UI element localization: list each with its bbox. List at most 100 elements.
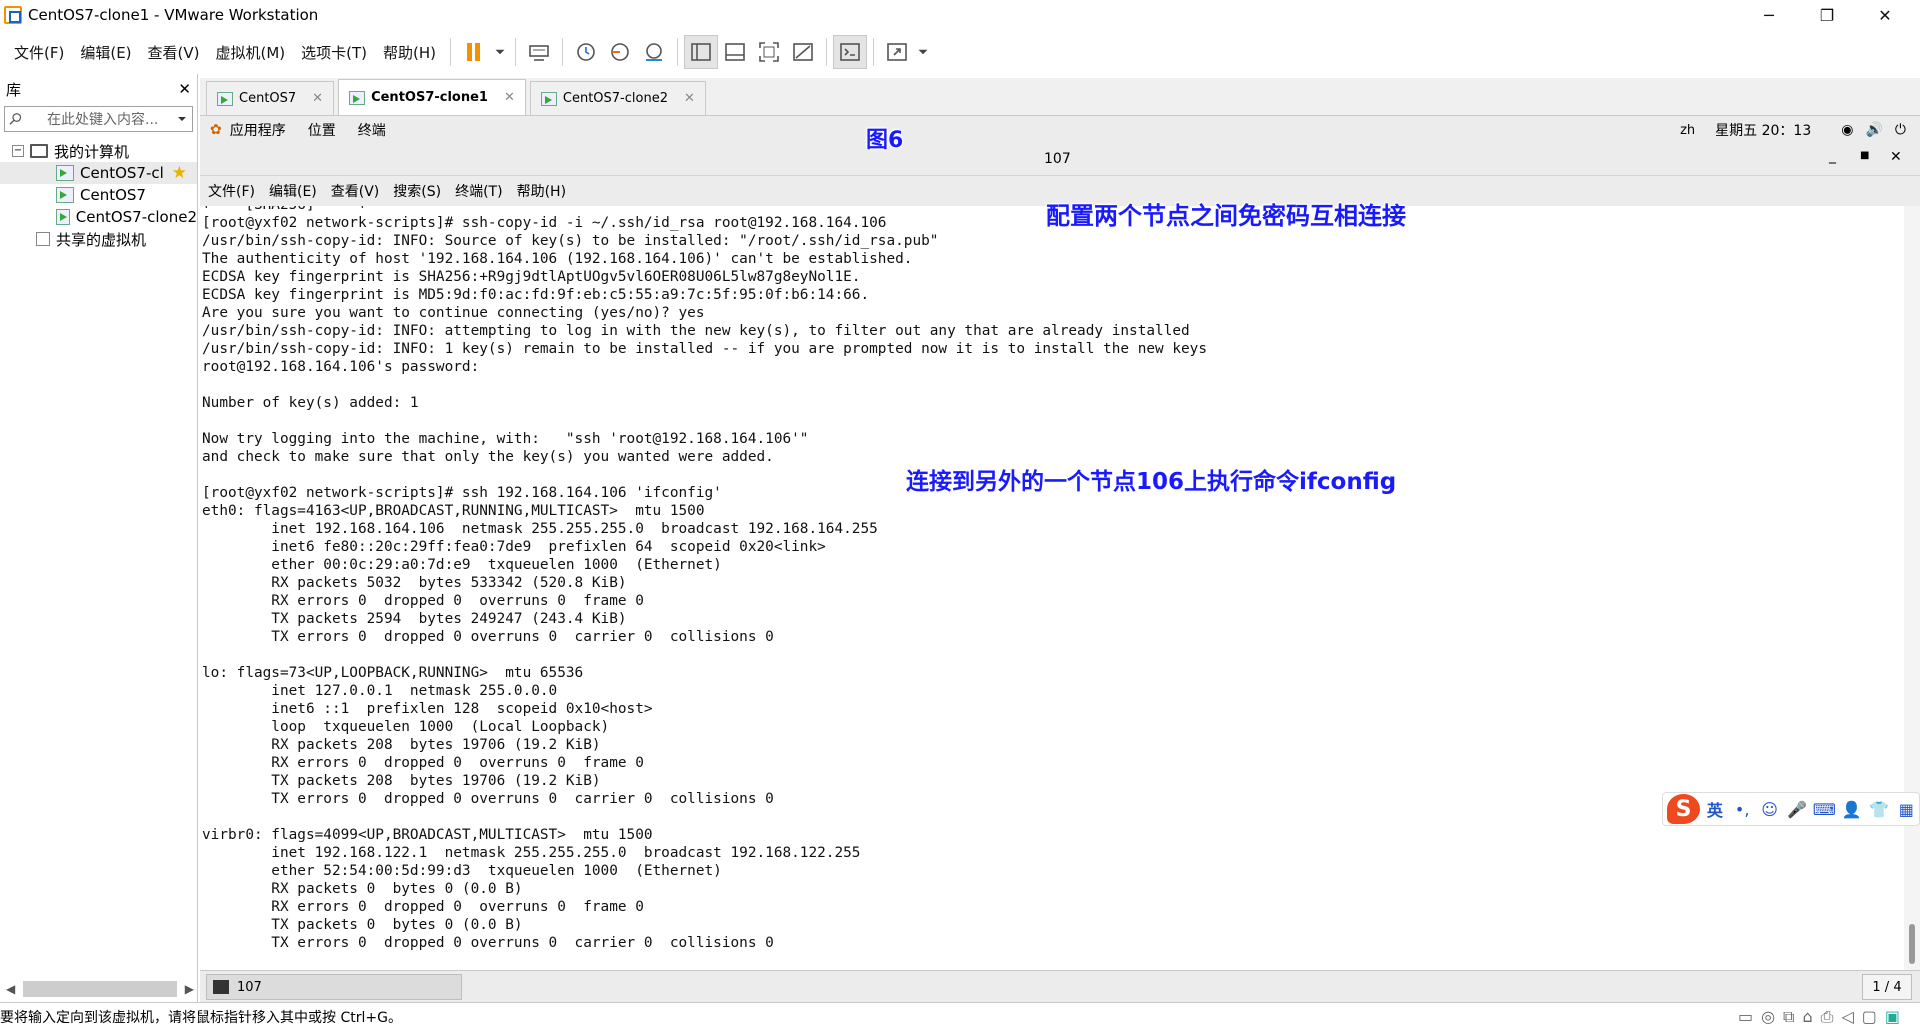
console-view-button[interactable] <box>833 35 868 69</box>
message-icon[interactable]: ▣ <box>1885 1007 1900 1027</box>
library-search-box[interactable]: 在此处键入内容... <box>4 106 193 132</box>
taskbar-terminal-item[interactable]: 107 <box>206 974 462 1000</box>
terminal-menu-help[interactable]: 帮助(H) <box>517 181 566 201</box>
terminal-line: inet6 ::1 prefixlen 128 scopeid 0x10<hos… <box>202 701 653 717</box>
unity-button[interactable] <box>786 35 820 69</box>
ime-language-toggle[interactable]: 英 <box>1702 796 1727 822</box>
tab-close-icon[interactable]: ✕ <box>504 90 515 105</box>
terminal-menu-file[interactable]: 文件(F) <box>208 181 255 201</box>
cd-drive-icon[interactable]: ◎ <box>1761 1007 1775 1027</box>
tree-item-shared-vms[interactable]: 共享的虚拟机 <box>0 228 197 250</box>
terminal-line: RX packets 5032 bytes 533342 (520.8 KiB) <box>202 575 627 591</box>
emoji-icon[interactable]: ☺ <box>1757 796 1782 822</box>
printer-icon[interactable]: ⎙ <box>1821 1007 1834 1027</box>
taskbar-item-label: 107 <box>237 979 262 995</box>
snapshot-manager-button[interactable] <box>637 35 671 69</box>
sound-icon[interactable]: ◁ <box>1841 1007 1853 1027</box>
tab-label: CentOS7-clone1 <box>371 90 488 105</box>
user-icon[interactable]: 👤 <box>1839 796 1864 822</box>
tree-item-vm-centos7-clone2[interactable]: CentOS7-clone2 <box>0 206 197 228</box>
tree-item-vm-centos7-clone1[interactable]: CentOS7-cl ★ <box>0 162 197 184</box>
power-dropdown-button[interactable] <box>491 35 509 69</box>
close-button[interactable]: ✕ <box>1862 0 1908 30</box>
snapshot-button[interactable] <box>569 35 603 69</box>
tree-item-my-computer[interactable]: − 我的计算机 <box>0 140 197 162</box>
terminal-maximize-button[interactable]: ■ <box>1860 150 1869 161</box>
toolbox-icon[interactable]: ▦ <box>1894 796 1919 822</box>
device-icons: ▭ ◎ ⧉ ⌂ ⎙ ◁ ▢ ▣ <box>1738 1007 1900 1027</box>
sogou-logo-icon[interactable]: S <box>1667 794 1701 824</box>
terminal-menu-edit[interactable]: 编辑(E) <box>269 181 317 201</box>
workspace-pager[interactable]: 1 / 4 <box>1862 974 1912 1000</box>
terminal-menu-search[interactable]: 搜索(S) <box>393 181 441 201</box>
ime-punctuation-toggle[interactable]: •, <box>1730 796 1755 822</box>
fullscreen-button[interactable] <box>752 35 786 69</box>
scroll-left-icon[interactable]: ◀ <box>6 982 15 996</box>
keyboard-icon[interactable]: ⌨ <box>1812 796 1837 822</box>
terminal-minimize-button[interactable]: _ <box>1829 148 1836 164</box>
input-language[interactable]: zh <box>1680 123 1695 138</box>
collapse-icon[interactable]: − <box>12 145 24 157</box>
fullscreen-icon <box>759 42 779 62</box>
stretch-button[interactable] <box>880 35 914 69</box>
menu-edit[interactable]: 编辑(E) <box>72 42 139 63</box>
menu-help[interactable]: 帮助(H) <box>375 42 444 63</box>
network-icon[interactable]: ◉ <box>1841 122 1853 138</box>
menu-vm[interactable]: 虚拟机(M) <box>208 42 294 63</box>
usb-icon[interactable]: ⌂ <box>1802 1007 1812 1027</box>
terminal-output[interactable]: +----[SHA256]-----+[root@yxf02 network-s… <box>200 206 1904 970</box>
menu-tabs[interactable]: 选项卡(T) <box>293 42 375 63</box>
skin-icon[interactable]: 👕 <box>1866 796 1891 822</box>
favorite-star-icon[interactable]: ★ <box>172 163 187 183</box>
terminal-menu-terminal[interactable]: 终端(T) <box>455 181 502 201</box>
terminal-line: TX packets 0 bytes 0 (0.0 B) <box>202 917 523 933</box>
tab-centos7-clone1[interactable]: CentOS7-clone1 ✕ <box>338 79 526 115</box>
tab-close-icon[interactable]: ✕ <box>312 91 323 106</box>
stretch-dropdown-button[interactable] <box>914 35 932 69</box>
power-icon[interactable]: ⏻ <box>1895 122 1906 138</box>
terminal-menu-view[interactable]: 查看(V) <box>331 181 380 201</box>
library-title: 库 <box>6 80 22 99</box>
library-horizontal-scrollbar[interactable]: ◀ ▶ <box>6 980 194 998</box>
tab-close-icon[interactable]: ✕ <box>684 91 695 106</box>
terminal-scrollbar[interactable] <box>1904 206 1920 970</box>
network-adapter-icon[interactable]: ⧉ <box>1783 1007 1794 1027</box>
pause-icon <box>467 43 481 61</box>
terminal-line: RX packets 208 bytes 19706 (19.2 KiB) <box>202 737 601 753</box>
terminal-line: ECDSA key fingerprint is SHA256:+R9gj9dt… <box>202 269 861 285</box>
show-thumbnail-button[interactable] <box>718 35 752 69</box>
microphone-icon[interactable]: 🎤 <box>1784 796 1809 822</box>
places-menu[interactable]: 位置 <box>308 120 336 140</box>
restore-button[interactable]: ❐ <box>1804 0 1850 30</box>
volume-icon[interactable]: 🔊 <box>1865 122 1882 138</box>
guest-top-bar: ✿ 应用程序 位置 终端 zh 星期五 20：13 ◉ 🔊 ⏻ <box>200 116 1920 144</box>
show-library-button[interactable] <box>684 35 719 69</box>
scroll-thumb[interactable] <box>23 981 177 997</box>
send-ctrl-alt-del-button[interactable] <box>522 35 556 69</box>
tab-centos7-clone2[interactable]: CentOS7-clone2 ✕ <box>529 81 706 115</box>
tab-centos7[interactable]: CentOS7 ✕ <box>206 81 335 115</box>
menu-view[interactable]: 查看(V) <box>140 42 208 63</box>
menu-file[interactable]: 文件(F) <box>6 42 72 63</box>
hard-disk-icon[interactable]: ▭ <box>1738 1007 1753 1027</box>
terminal-line: ether 52:54:00:5d:99:d3 txqueuelen 1000 … <box>202 863 722 879</box>
terminal-line: /usr/bin/ssh-copy-id: INFO: attempting t… <box>202 323 1190 339</box>
terminal-app-menu[interactable]: 终端 <box>358 120 386 140</box>
display-icon[interactable]: ▢ <box>1862 1007 1877 1027</box>
suspend-button[interactable] <box>457 35 491 69</box>
applications-menu[interactable]: 应用程序 <box>230 120 286 140</box>
scroll-thumb[interactable] <box>1909 924 1915 964</box>
terminal-close-button[interactable]: ✕ <box>1890 149 1902 165</box>
toolbar-separator <box>450 38 452 66</box>
minimize-button[interactable]: ─ <box>1746 0 1792 30</box>
scroll-right-icon[interactable]: ▶ <box>185 982 194 996</box>
clock[interactable]: 星期五 20：13 <box>1715 120 1811 140</box>
chevron-down-icon[interactable] <box>176 113 188 125</box>
tree-label: CentOS7-cl <box>80 164 164 182</box>
revert-snapshot-button[interactable] <box>603 35 637 69</box>
tree-item-vm-centos7[interactable]: CentOS7 <box>0 184 197 206</box>
library-close-button[interactable]: ✕ <box>178 80 191 98</box>
